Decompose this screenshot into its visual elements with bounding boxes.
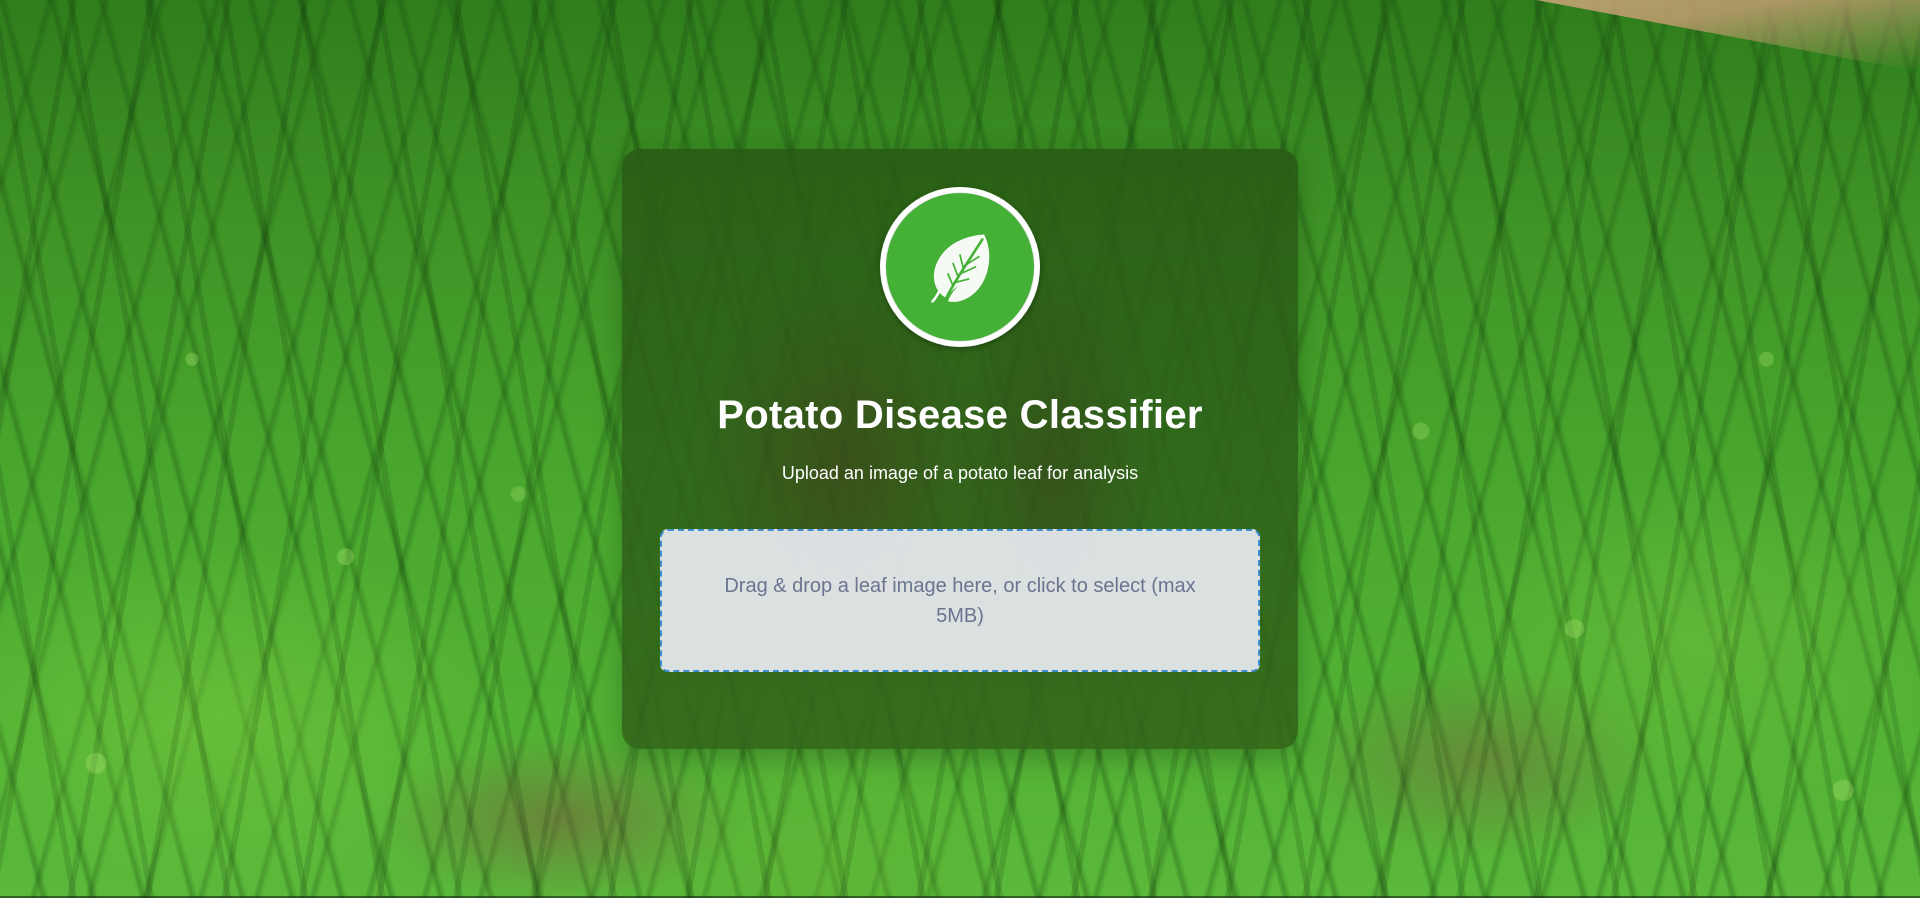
page-background: Potato Disease Classifier Upload an imag… — [0, 0, 1920, 898]
dropzone-instructions: Drag & drop a leaf image here, or click … — [724, 574, 1196, 627]
logo — [880, 187, 1040, 347]
leaf-icon — [931, 234, 990, 303]
upload-card: Potato Disease Classifier Upload an imag… — [622, 149, 1298, 749]
page-subtitle: Upload an image of a potato leaf for ana… — [781, 463, 1139, 483]
image-dropzone[interactable]: Drag & drop a leaf image here, or click … — [660, 529, 1260, 672]
page-title: Potato Disease Classifier — [717, 393, 1203, 437]
logo-circle — [886, 193, 1034, 341]
